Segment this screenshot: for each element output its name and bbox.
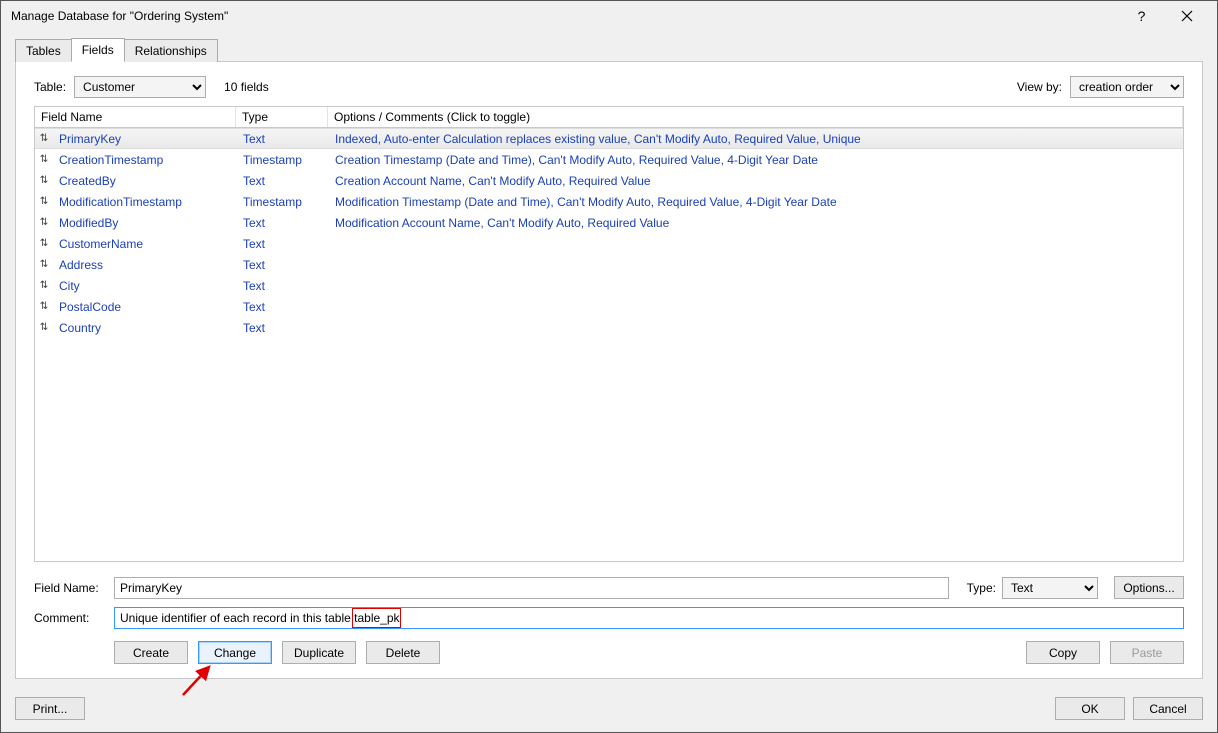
drag-handle-icon[interactable]: ⇅ [35, 280, 53, 291]
duplicate-button[interactable]: Duplicate [282, 641, 356, 664]
help-button[interactable]: ? [1119, 1, 1164, 31]
tab-relationships[interactable]: Relationships [124, 39, 218, 62]
paste-button[interactable]: Paste [1110, 641, 1184, 664]
table-row[interactable]: ⇅CreationTimestampTimestampCreation Time… [35, 149, 1183, 170]
drag-handle-icon[interactable]: ⇅ [35, 301, 53, 312]
field-options-cell: Creation Timestamp (Date and Time), Can'… [329, 153, 1183, 167]
delete-button[interactable]: Delete [366, 641, 440, 664]
field-name-cell: CreatedBy [53, 174, 237, 188]
fieldname-label: Field Name: [34, 581, 108, 595]
field-name-cell: ModificationTimestamp [53, 195, 237, 209]
field-name-cell: CustomerName [53, 237, 237, 251]
grid-header: Field Name Type Options / Comments (Clic… [35, 107, 1183, 128]
drag-handle-icon[interactable]: ⇅ [35, 259, 53, 270]
change-button[interactable]: Change [198, 641, 272, 664]
field-type-cell: Timestamp [237, 195, 329, 209]
fieldname-input[interactable] [114, 577, 949, 599]
field-type-cell: Text [237, 279, 329, 293]
field-name-cell: PrimaryKey [53, 132, 237, 146]
print-button[interactable]: Print... [15, 697, 85, 720]
window-title: Manage Database for "Ordering System" [11, 9, 228, 23]
titlebar: Manage Database for "Ordering System" ? [1, 1, 1217, 31]
field-name-cell: Address [53, 258, 237, 272]
tab-fields[interactable]: Fields [71, 38, 125, 62]
drag-handle-icon[interactable]: ⇅ [35, 154, 53, 165]
field-count: 10 fields [224, 80, 269, 94]
field-type-cell: Text [237, 321, 329, 335]
copy-button[interactable]: Copy [1026, 641, 1100, 664]
col-header-type[interactable]: Type [236, 107, 328, 127]
field-type-cell: Text [237, 174, 329, 188]
field-type-cell: Timestamp [237, 153, 329, 167]
field-type-cell: Text [237, 216, 329, 230]
grid-body[interactable]: ⇅PrimaryKeyTextIndexed, Auto-enter Calcu… [35, 128, 1183, 561]
field-name-cell: ModifiedBy [53, 216, 237, 230]
field-options-cell: Indexed, Auto-enter Calculation replaces… [329, 132, 1183, 146]
table-row[interactable]: ⇅CustomerNameText [35, 233, 1183, 254]
table-label: Table: [34, 80, 66, 94]
cancel-button[interactable]: Cancel [1133, 697, 1203, 720]
ok-button[interactable]: OK [1055, 697, 1125, 720]
field-name-cell: CreationTimestamp [53, 153, 237, 167]
table-row[interactable]: ⇅AddressText [35, 254, 1183, 275]
field-type-cell: Text [237, 237, 329, 251]
type-select[interactable]: Text [1002, 577, 1098, 599]
field-type-cell: Text [237, 300, 329, 314]
drag-handle-icon[interactable]: ⇅ [35, 133, 53, 144]
bottom-bar: Print... OK Cancel [1, 689, 1217, 732]
col-header-options[interactable]: Options / Comments (Click to toggle) [328, 107, 1183, 127]
drag-handle-icon[interactable]: ⇅ [35, 217, 53, 228]
table-row[interactable]: ⇅CountryText [35, 317, 1183, 338]
manage-database-window: Manage Database for "Ordering System" ? … [0, 0, 1218, 733]
field-options-cell: Creation Account Name, Can't Modify Auto… [329, 174, 1183, 188]
field-options-cell: Modification Account Name, Can't Modify … [329, 216, 1183, 230]
table-select[interactable]: Customer [74, 76, 206, 98]
col-header-name[interactable]: Field Name [35, 107, 236, 127]
drag-handle-icon[interactable]: ⇅ [35, 175, 53, 186]
tabs-row: Tables Fields Relationships [1, 31, 1217, 61]
fields-panel: Table: Customer 10 fields View by: creat… [15, 61, 1203, 679]
viewby-label: View by: [1017, 80, 1062, 94]
table-row[interactable]: ⇅CityText [35, 275, 1183, 296]
table-row[interactable]: ⇅CreatedByTextCreation Account Name, Can… [35, 170, 1183, 191]
actions-row: Create Change Duplicate Delete Copy Past… [34, 641, 1184, 664]
table-row[interactable]: ⇅ModificationTimestampTimestampModificat… [35, 191, 1183, 212]
fields-grid: Field Name Type Options / Comments (Clic… [34, 106, 1184, 562]
options-button[interactable]: Options... [1114, 576, 1184, 599]
tabs: Tables Fields Relationships [15, 37, 1203, 61]
drag-handle-icon[interactable]: ⇅ [35, 238, 53, 249]
field-name-cell: City [53, 279, 237, 293]
type-label: Type: [967, 581, 996, 595]
field-type-cell: Text [237, 132, 329, 146]
drag-handle-icon[interactable]: ⇅ [35, 196, 53, 207]
table-row[interactable]: ⇅PrimaryKeyTextIndexed, Auto-enter Calcu… [35, 128, 1183, 149]
table-row[interactable]: ⇅PostalCodeText [35, 296, 1183, 317]
comment-row: Comment: [34, 607, 1184, 629]
field-type-cell: Text [237, 258, 329, 272]
field-options-cell: Modification Timestamp (Date and Time), … [329, 195, 1183, 209]
table-row[interactable]: ⇅ModifiedByTextModification Account Name… [35, 212, 1183, 233]
tab-tables[interactable]: Tables [15, 39, 72, 62]
titlebar-controls: ? [1119, 1, 1209, 31]
fieldname-row: Field Name: Type: Text Options... [34, 576, 1184, 599]
close-button[interactable] [1164, 1, 1209, 31]
field-name-cell: Country [53, 321, 237, 335]
create-button[interactable]: Create [114, 641, 188, 664]
comment-label: Comment: [34, 611, 108, 625]
drag-handle-icon[interactable]: ⇅ [35, 322, 53, 333]
comment-input[interactable] [114, 607, 1184, 629]
viewby-select[interactable]: creation order [1070, 76, 1184, 98]
field-name-cell: PostalCode [53, 300, 237, 314]
panel-toolbar: Table: Customer 10 fields View by: creat… [34, 76, 1184, 98]
